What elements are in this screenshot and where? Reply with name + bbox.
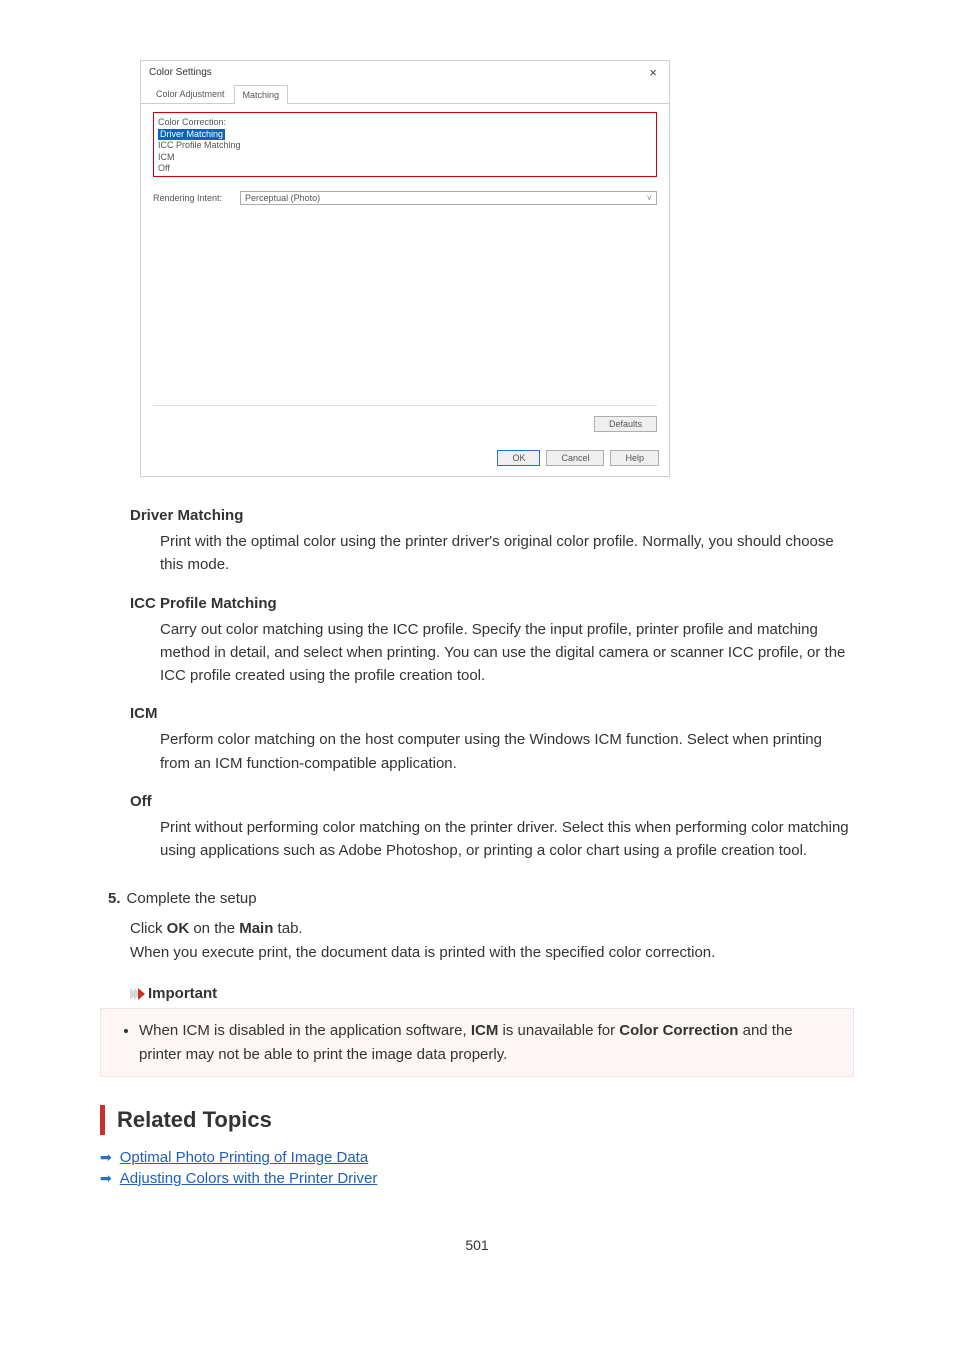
color-correction-list[interactable]: Color Correction: Driver Matching ICC Pr… [153,112,657,177]
color-correction-label: Color Correction: [154,117,656,129]
rendering-intent-label: Rendering Intent: [153,193,222,203]
page-number: 501 [80,1237,874,1253]
step-5: 5. Complete the setup [108,890,874,907]
icm-title: ICM [130,705,874,722]
step-5-number: 5. [108,890,121,907]
important-heading-row: Important [130,985,874,1002]
tab-matching[interactable]: Matching [234,85,289,104]
step-5-body: Click OK on the Main tab. When you execu… [130,917,874,965]
ok-button[interactable]: OK [497,450,540,466]
important-section: Important When ICM is disabled in the ap… [130,985,874,1077]
rendering-intent-select[interactable]: Perceptual (Photo) [240,191,657,205]
defaults-button[interactable]: Defaults [594,416,657,432]
driver-matching-desc: Print with the optimal color using the p… [160,530,854,577]
red-bar-icon [100,1105,105,1135]
tab-row: Color Adjustment Matching [141,84,669,104]
arrow-icon: ➡ [100,1149,112,1166]
related-topics-heading-row: Related Topics [100,1105,874,1135]
related-topics-heading: Related Topics [117,1105,272,1135]
cancel-button[interactable]: Cancel [546,450,604,466]
rendering-intent-value: Perceptual (Photo) [245,193,320,203]
arrow-icon: ➡ [100,1170,112,1187]
dialog-titlebar: Color Settings × [141,61,669,84]
cc-option-off[interactable]: Off [158,163,652,174]
help-button[interactable]: Help [610,450,659,466]
tab-color-adjustment[interactable]: Color Adjustment [147,84,234,103]
color-settings-dialog: Color Settings × Color Adjustment Matchi… [140,60,670,477]
related-link-1-row: ➡ Optimal Photo Printing of Image Data [100,1149,874,1166]
icc-profile-matching-desc: Carry out color matching using the ICC p… [160,618,854,688]
related-link-1[interactable]: Optimal Photo Printing of Image Data [120,1149,368,1166]
related-link-2[interactable]: Adjusting Colors with the Printer Driver [120,1170,378,1187]
close-icon[interactable]: × [645,65,661,80]
important-heading: Important [148,985,217,1002]
cc-option-icm[interactable]: ICM [158,152,652,163]
dialog-title: Color Settings [149,67,212,78]
icc-profile-matching-title: ICC Profile Matching [130,595,874,612]
step-5-title: Complete the setup [127,890,257,907]
important-chevrons-icon [130,988,142,1000]
off-desc: Print without performing color matching … [160,816,854,863]
related-link-2-row: ➡ Adjusting Colors with the Printer Driv… [100,1170,874,1187]
important-body: When ICM is disabled in the application … [100,1008,854,1077]
off-title: Off [130,793,874,810]
driver-matching-title: Driver Matching [130,507,874,524]
cc-option-driver-matching[interactable]: Driver Matching [158,129,225,140]
cc-option-icc-profile-matching[interactable]: ICC Profile Matching [158,140,652,151]
icm-desc: Perform color matching on the host compu… [160,728,854,775]
